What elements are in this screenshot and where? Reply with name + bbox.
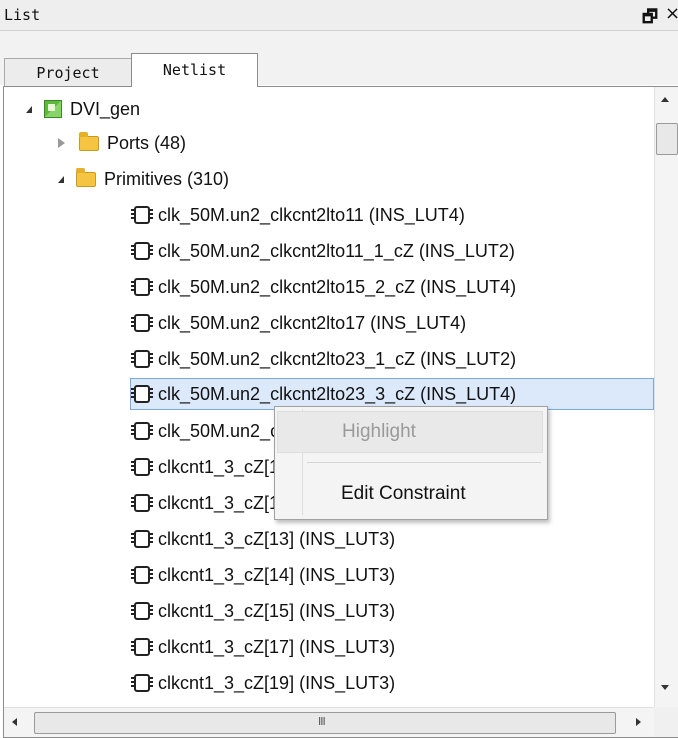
vertical-scroll-thumb[interactable] [656,123,678,155]
chip-icon [131,350,153,368]
scrollbar-corner [654,707,678,737]
netlist-tree[interactable]: DVI_gen Ports (48) Primitives (310) clk_… [4,87,654,707]
tree-item-label: clkcnt1_3_cZ[17] (INS_LUT3) [158,636,396,657]
chip-icon [131,494,153,512]
scroll-grip: III [318,715,326,728]
tree-folder-primitives[interactable]: Primitives (310) [58,163,229,195]
tree-folder-label: Primitives (310) [104,168,230,189]
tree-folder-label: Ports (48) [107,132,187,153]
tree-item-label: clkcnt1_3_cZ[14] (INS_LUT3) [158,564,396,585]
vertical-scrollbar[interactable] [654,87,678,707]
horizontal-scrollbar[interactable]: III [4,707,654,737]
panel-title: List [4,6,41,24]
horizontal-scroll-thumb[interactable]: III [34,712,616,734]
context-menu: Highlight Edit Constraint [274,406,548,520]
tree-item[interactable]: clkcnt1_3_cZ[17] (INS_LUT3) [131,631,396,663]
chip-icon [131,278,153,296]
tree-item-label: clk_50M.un2_clkcnt2lto23_1_cZ (INS_LUT2) [158,348,517,369]
tree-item[interactable]: clkcnt1_3_cZ[14] (INS_LUT3) [131,559,396,591]
chip-icon [131,530,153,548]
chip-icon [131,385,153,403]
tree-item[interactable]: clk_50M.un2_clkcnt2lto11_1_cZ (INS_LUT2) [131,235,515,267]
tree-item-label: clk_50M.un2_clkcnt2lto11 (INS_LUT4) [158,204,465,225]
chip-icon [131,206,153,224]
chip-icon [131,638,153,656]
menu-separator [307,462,541,463]
design-icon [44,100,62,118]
tree-item-label: clk_50M.un2_clkcnt2lto23_3_cZ (INS_LUT4) [158,383,517,404]
tab-netlist[interactable]: Netlist [131,53,258,87]
scroll-left-icon[interactable] [12,718,17,726]
tree-item[interactable]: clk_50M.un2_clkcnt2lto15_2_cZ (INS_LUT4) [131,271,517,303]
chip-icon [131,422,153,440]
scroll-right-icon[interactable] [636,718,641,726]
tree-item-label: clkcnt1_3_cZ[13] (INS_LUT3) [158,528,396,549]
folder-icon [79,131,99,151]
tree-item-label: clkcnt1_3_cZ[15] (INS_LUT3) [158,600,396,621]
scroll-up-icon[interactable] [661,97,669,102]
expand-arrow-icon[interactable] [58,175,64,183]
chip-icon [131,314,153,332]
close-icon[interactable]: × [665,3,678,24]
float-icon[interactable]: 🗗 [642,4,658,33]
chip-icon [131,674,153,692]
tree-item-label: clk_50M.un2_clkcnt2lto17 (INS_LUT4) [158,312,467,333]
tree-root-label: DVI_gen [70,98,141,119]
tree-item[interactable]: clk_50M.un2_clkcnt2lto17 (INS_LUT4) [131,307,467,339]
panel-titlebar: List 🗗 × [0,0,678,31]
tree-item-label: clkcnt1_3_cZ[19] (INS_LUT3) [158,672,396,693]
tree-item[interactable]: clk_50M.un2_clkcnt2lto23_1_cZ (INS_LUT2) [131,343,517,375]
menu-item-edit-constraint[interactable]: Edit Constraint [277,473,543,515]
collapse-arrow-icon[interactable] [58,138,65,148]
tree-item-label: clk_50M.un2_clkcnt2lto15_2_cZ (INS_LUT4) [158,276,517,297]
scroll-down-icon[interactable] [661,685,669,690]
tree-item[interactable]: clk_50M.un2_clkcnt2lto11 (INS_LUT4) [131,199,465,231]
tab-project[interactable]: Project [4,58,132,86]
tree-folder-ports[interactable]: Ports (48) [58,127,186,159]
expand-arrow-icon[interactable] [26,105,32,113]
tree-item[interactable]: clkcnt1_3_cZ[19] (INS_LUT3) [131,667,396,699]
tree-item-label: clk_50M.un2_clkcnt2lto11_1_cZ (INS_LUT2) [158,240,515,261]
menu-item-highlight[interactable]: Highlight [277,411,543,453]
chip-icon [131,602,153,620]
chip-icon [131,458,153,476]
folder-icon [76,167,96,187]
chip-icon [131,566,153,584]
tree-item[interactable]: clkcnt1_3_cZ[13] (INS_LUT3) [131,523,396,555]
tree-item[interactable]: clkcnt1_3_cZ[15] (INS_LUT3) [131,595,396,627]
tree-root[interactable]: DVI_gen [26,93,140,125]
chip-icon [131,242,153,260]
